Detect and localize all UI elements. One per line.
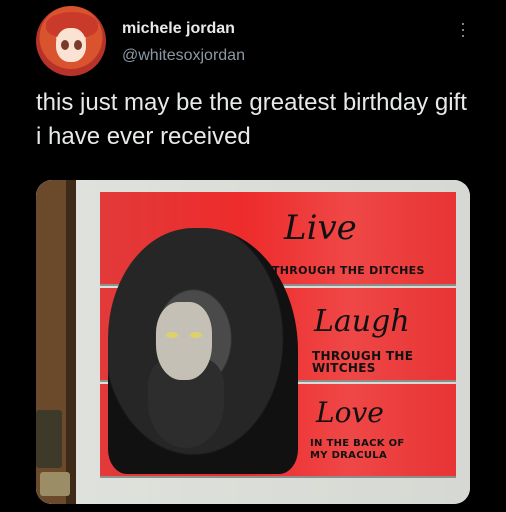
avatar[interactable]	[36, 6, 106, 76]
author-name[interactable]: michele jordan	[122, 20, 235, 38]
more-options-icon[interactable]: · · ·	[460, 14, 466, 44]
painting-text-live: Live	[284, 208, 357, 248]
painting-text-in-the-back-of-my-dracula: IN THE BACK OF MY DRACULA	[310, 438, 405, 461]
jar	[36, 410, 62, 468]
shelf-edge	[66, 180, 76, 504]
tweet-media-image[interactable]: Live THROUGH THE DITCHES Laugh THROUGH T…	[36, 180, 470, 504]
painting: Live THROUGH THE DITCHES Laugh THROUGH T…	[100, 192, 456, 478]
portrait-face	[156, 302, 212, 380]
avatar-eye-right	[74, 40, 82, 50]
painting-text-through-the-witches: THROUGH THE WITCHES	[312, 349, 414, 375]
painting-text-laugh: Laugh	[314, 304, 410, 339]
portrait	[108, 228, 298, 474]
author-handle[interactable]: @whitesoxjordan	[122, 47, 245, 65]
avatar-eye-left	[61, 40, 69, 50]
jar-lid	[40, 472, 70, 496]
portrait-eye-left	[166, 332, 178, 338]
painting-text-through-the-ditches: THROUGH THE DITCHES	[272, 264, 425, 277]
painting-text-love: Love	[316, 396, 384, 429]
tweet-header: michele jordan @whitesoxjordan · · ·	[36, 6, 476, 76]
portrait-eye-right	[190, 332, 202, 338]
tweet-text: this just may be the greatest birthday g…	[36, 89, 467, 150]
